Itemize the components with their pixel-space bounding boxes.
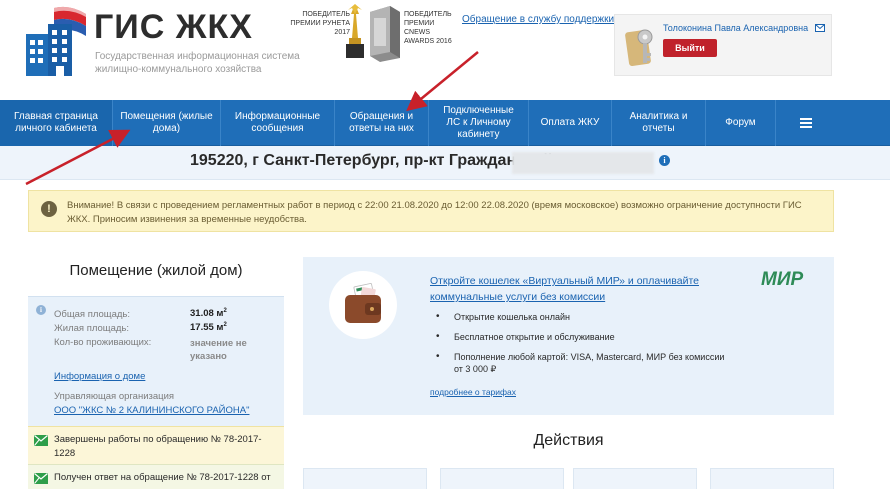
living-area-value: 17.55 м2 — [190, 322, 227, 334]
nav-item-forum[interactable]: Форум — [706, 100, 776, 146]
action-card[interactable] — [710, 468, 834, 489]
event-item[interactable]: Завершены работы по обращению № 78-2017-… — [28, 426, 284, 464]
management-org-link[interactable]: ООО "ЖКС № 2 КАЛИНИНСКОГО РАЙОНА" — [54, 405, 249, 416]
residents-value: значение не указано — [190, 338, 247, 362]
nav-item-payment[interactable]: Оплата ЖКУ — [529, 100, 612, 146]
user-panel: Толоконина Павла Александровна Выйти — [614, 14, 832, 76]
premises-info-icon[interactable]: i — [36, 305, 46, 315]
logout-button[interactable]: Выйти — [663, 39, 717, 57]
mir-wallet-link[interactable]: Откройте кошелек «Виртуальный МИР» и опл… — [430, 273, 730, 305]
tariffs-link[interactable]: подробнее о тарифах — [430, 387, 516, 397]
event-text: Получен ответ на обращение № 78-2017-122… — [54, 472, 271, 483]
action-card[interactable] — [303, 468, 427, 489]
warning-text: Внимание! В связи с проведением регламен… — [67, 200, 802, 225]
header: ГИС ЖКХ Государственная информационная с… — [0, 0, 890, 100]
support-link[interactable]: Обращение в службу поддержки — [462, 14, 614, 25]
house-info-link[interactable]: Информация о доме — [54, 371, 145, 382]
nav-item-premises[interactable]: Помещения (жилые дома) — [113, 100, 221, 146]
address-text: 195220, г Санкт-Петербург, пр-кт Граждан… — [190, 152, 558, 169]
action-card[interactable] — [573, 468, 697, 489]
mir-logo: МИР — [761, 269, 804, 290]
award-cnews-text: ПОБЕДИТЕЛЬ ПРЕМИИ CNEWS AWARDS 2016 — [404, 11, 452, 45]
building-logo-icon[interactable] — [24, 6, 86, 76]
main-nav: Главная страница личного кабинета Помеще… — [0, 100, 890, 146]
hamburger-icon — [800, 118, 812, 128]
address-redacted — [512, 152, 654, 174]
logo-title[interactable]: ГИС ЖКХ — [94, 8, 253, 47]
total-area-label: Общая площадь: — [54, 309, 131, 320]
nav-item-appeals[interactable]: Обращения и ответы на них — [335, 100, 429, 146]
user-name[interactable]: Толоконина Павла Александровна — [663, 23, 808, 33]
nav-item-home[interactable]: Главная страница личного кабинета — [0, 100, 113, 146]
living-area-label: Жилая площадь: — [54, 323, 129, 334]
residents-label: Кол-во проживающих: — [54, 337, 152, 348]
action-card[interactable] — [440, 468, 564, 489]
actions-title: Действия — [533, 432, 604, 449]
warning-icon: ! — [41, 201, 57, 217]
premises-info-panel: i Общая площадь: 31.08 м2 Жилая площадь:… — [28, 296, 284, 426]
envelope-icon — [34, 473, 48, 484]
page: ГИС ЖКХ Государственная информационная с… — [0, 0, 890, 489]
address-info-icon[interactable]: i — [659, 155, 670, 166]
award-cnews-icon — [370, 6, 400, 62]
promo-features-list: Открытие кошелька онлайн Бесплатное откр… — [430, 311, 730, 383]
wallet-image — [329, 271, 397, 339]
mail-icon[interactable] — [815, 24, 825, 32]
nav-item-accounts[interactable]: Подключенные ЛС к Личному кабинету — [429, 100, 529, 146]
management-org-label: Управляющая организация — [54, 391, 175, 402]
premises-title: Помещение (жилой дом) — [69, 262, 243, 279]
total-area-value: 31.08 м2 — [190, 308, 227, 320]
wallet-icon — [345, 283, 381, 323]
maintenance-warning: ! Внимание! В связи с проведением реглам… — [28, 190, 834, 232]
list-item: Бесплатное открытие и обслуживание — [430, 331, 730, 343]
list-item: Открытие кошелька онлайн — [430, 311, 730, 323]
event-item[interactable]: Получен ответ на обращение № 78-2017-122… — [28, 464, 284, 489]
list-item: Пополнение любой картой: VISA, Mastercar… — [430, 351, 730, 375]
mir-wallet-promo: Откройте кошелек «Виртуальный МИР» и опл… — [303, 257, 834, 415]
nav-item-analytics[interactable]: Аналитика и отчеты — [612, 100, 706, 146]
event-text: Завершены работы по обращению № 78-2017-… — [54, 434, 262, 459]
nav-item-messages[interactable]: Информационные сообщения — [221, 100, 335, 146]
nav-menu-button[interactable] — [776, 100, 836, 146]
envelope-icon — [34, 435, 48, 446]
logo-subtitle: Государственная информационная система ж… — [95, 51, 300, 75]
keys-icon — [625, 29, 653, 66]
